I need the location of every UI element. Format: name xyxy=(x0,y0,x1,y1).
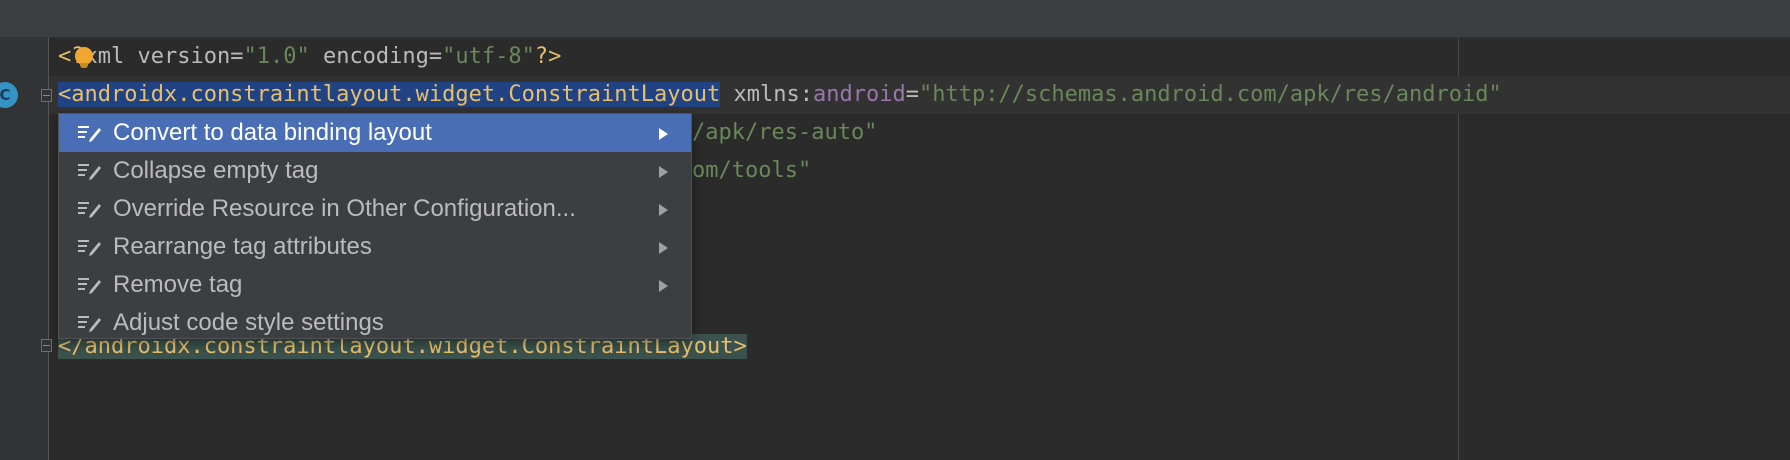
edit-intention-icon xyxy=(78,278,101,294)
lightbulb-intention-icon[interactable] xyxy=(75,47,93,68)
menu-item-override-resource[interactable]: Override Resource in Other Configuration… xyxy=(59,190,691,228)
fold-marker-close-icon[interactable] xyxy=(41,339,52,352)
xml-attr-version: version xyxy=(124,44,231,69)
tools-url-tail: om/tools" xyxy=(692,158,812,183)
xml-attr-encoding: encoding xyxy=(309,44,429,69)
submenu-arrow-icon xyxy=(659,242,668,254)
edit-intention-icon xyxy=(78,240,101,256)
xml-pi-close: ?> xyxy=(534,44,562,69)
res-auto-url-tail: /apk/res-auto" xyxy=(692,120,878,145)
edit-intention-icon xyxy=(78,316,101,332)
menu-item-label: Override Resource in Other Configuration… xyxy=(113,195,576,222)
selected-root-tag[interactable]: <androidx.constraintlayout.widget.Constr… xyxy=(58,82,721,107)
code-line-res-auto-tail[interactable]: /apk/res-auto" xyxy=(692,114,877,152)
submenu-arrow-icon xyxy=(659,204,668,216)
menu-item-label: Convert to data binding layout xyxy=(113,119,432,146)
menu-item-remove-tag[interactable]: Remove tag xyxy=(59,266,691,304)
xml-equals: = xyxy=(428,44,443,69)
xml-version-value: "1.0" xyxy=(243,44,310,69)
submenu-arrow-icon xyxy=(659,128,668,140)
submenu-arrow-icon xyxy=(659,280,668,292)
code-line-tools-tail[interactable]: om/tools" xyxy=(692,152,811,190)
editor-tab-bar xyxy=(0,0,1790,38)
code-line-xml-declaration[interactable]: <?xml version="1.0" encoding="utf-8"?> xyxy=(58,38,561,76)
xml-encoding-value: "utf-8" xyxy=(442,44,535,69)
submenu-arrow-icon xyxy=(659,166,668,178)
android-namespace-url: "http://schemas.android.com/apk/res/andr… xyxy=(918,82,1502,107)
xml-equals: = xyxy=(905,82,919,107)
edit-intention-icon xyxy=(78,126,101,142)
android-namespace: android xyxy=(813,82,906,107)
edit-intention-icon xyxy=(78,164,101,180)
intention-actions-popup: Convert to data binding layout Collapse … xyxy=(58,113,692,339)
menu-item-rearrange-attributes[interactable]: Rearrange tag attributes xyxy=(59,228,691,266)
menu-item-label: Rearrange tag attributes xyxy=(113,233,372,260)
fold-marker-open-icon[interactable] xyxy=(41,89,52,102)
xmlns-colon: : xyxy=(799,82,813,107)
edit-intention-icon xyxy=(78,202,101,218)
xml-equals: = xyxy=(230,44,244,69)
menu-item-label: Remove tag xyxy=(113,271,243,298)
xmlns-attribute: xmlns xyxy=(720,82,800,107)
menu-item-label: Adjust code style settings xyxy=(113,309,384,336)
menu-item-collapse-empty-tag[interactable]: Collapse empty tag xyxy=(59,152,691,190)
menu-item-convert-to-data-binding[interactable]: Convert to data binding layout xyxy=(59,114,691,152)
menu-item-label: Collapse empty tag xyxy=(113,157,319,184)
menu-item-adjust-code-style[interactable]: Adjust code style settings xyxy=(59,304,691,342)
code-line-root-tag[interactable]: <androidx.constraintlayout.widget.Constr… xyxy=(58,76,1502,114)
